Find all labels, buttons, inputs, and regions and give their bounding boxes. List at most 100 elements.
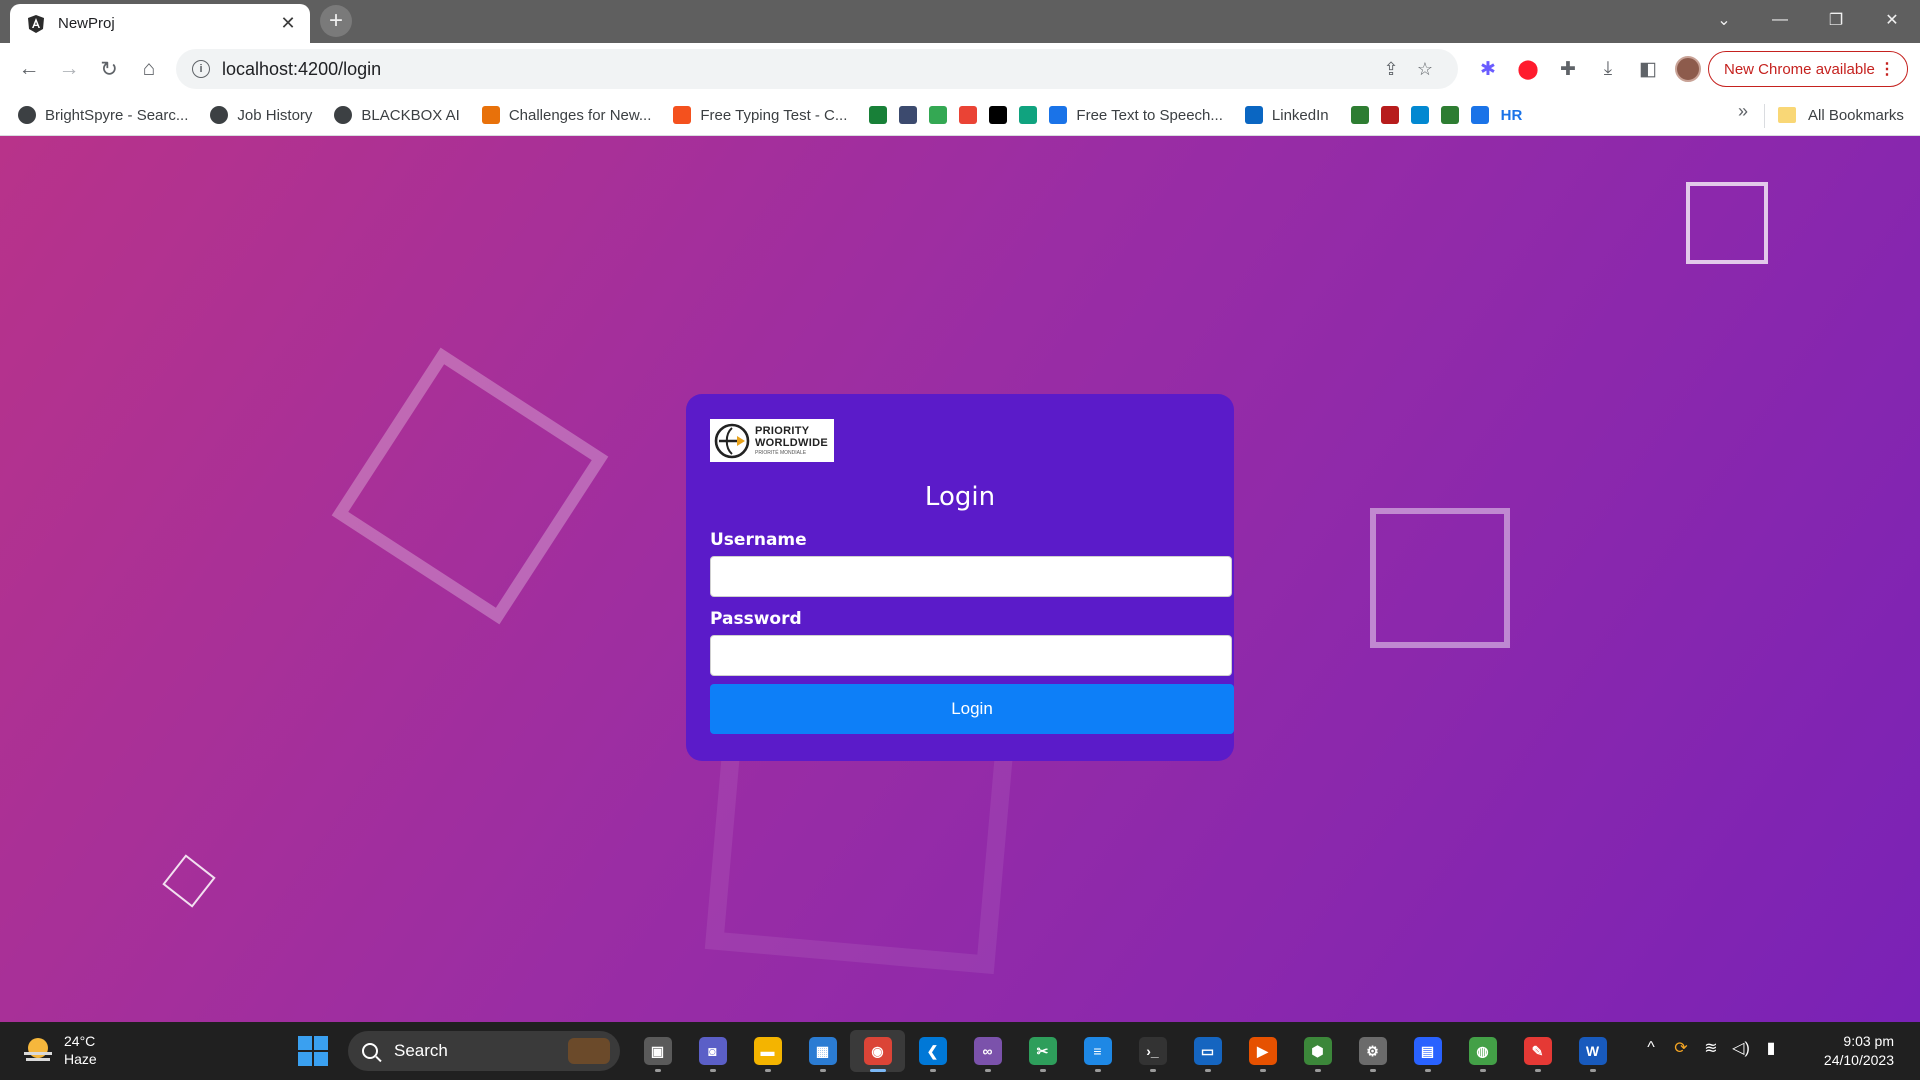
restore-button[interactable]: ❐	[1808, 0, 1864, 40]
password-input[interactable]	[710, 635, 1232, 676]
taskbar-app[interactable]: ≡	[1070, 1030, 1125, 1072]
taskbar-app[interactable]: ∞	[960, 1030, 1015, 1072]
downloads-icon[interactable]: ⤓	[1588, 51, 1628, 87]
back-icon[interactable]: ←	[10, 50, 48, 88]
site-info-icon[interactable]: i	[192, 60, 210, 78]
bookmark-icon-item[interactable]	[1345, 100, 1375, 130]
taskbar-app[interactable]: ▤	[1400, 1030, 1455, 1072]
bookmark-icon-item[interactable]	[1465, 100, 1495, 130]
bookmark-label: Challenges for New...	[508, 106, 652, 124]
taskbar-app[interactable]: ›_	[1125, 1030, 1180, 1072]
all-bookmarks-button[interactable]: All Bookmarks	[1778, 100, 1904, 130]
wifi-icon[interactable]: ≋	[1696, 1038, 1726, 1058]
drive-icon	[929, 106, 948, 124]
bookmark-label: LinkedIn	[1271, 106, 1329, 124]
username-input[interactable]	[710, 556, 1232, 597]
running-indicator	[1259, 1069, 1266, 1072]
bookmark-icon-item[interactable]	[1405, 100, 1435, 130]
bookmark-item[interactable]: Job History	[204, 100, 318, 130]
share-icon[interactable]: ⇪	[1374, 59, 1408, 80]
bookmark-item[interactable]: BrightSpyre - Searc...	[12, 100, 194, 130]
leaf-icon	[481, 106, 500, 124]
login-card: PRIORITY WORLDWIDE PRIORITÉ MONDIALE Log…	[686, 394, 1234, 761]
running-indicator	[1149, 1069, 1156, 1072]
weather-widget[interactable]: 24°C Haze	[22, 1032, 97, 1068]
taskbar-app[interactable]: ◍	[1455, 1030, 1510, 1072]
bookmark-icon-item[interactable]	[1013, 100, 1043, 130]
taskbar-app[interactable]: ▭	[1180, 1030, 1235, 1072]
minimize-button[interactable]: —	[1752, 0, 1808, 40]
bookmark-item[interactable]: Free Typing Test - C...	[667, 100, 853, 130]
volume-icon[interactable]: ◁)	[1726, 1038, 1756, 1058]
system-tray: ^ ⟳ ≋ ◁) ▮	[1636, 1038, 1786, 1058]
home-icon[interactable]: ⌂	[130, 50, 168, 88]
extension-opera-icon[interactable]: ⬤	[1508, 51, 1548, 87]
url-text[interactable]: localhost:4200/login	[222, 59, 1374, 80]
notepad-icon: ≡	[1083, 1037, 1112, 1065]
taskbar-app[interactable]: ◙	[685, 1030, 740, 1072]
bookmark-item[interactable]: BLACKBOX AI	[328, 100, 465, 130]
close-window-button[interactable]: ✕	[1864, 0, 1920, 40]
bookmark-icon-item[interactable]	[893, 100, 923, 130]
taskbar-app[interactable]: ⬢	[1290, 1030, 1345, 1072]
taskbar-app[interactable]: ❮	[905, 1030, 960, 1072]
microsoft-store-icon: ▦	[808, 1037, 837, 1065]
taskbar-app[interactable]: W	[1565, 1030, 1620, 1072]
taskbar-app[interactable]: ▶	[1235, 1030, 1290, 1072]
taskbar-search[interactable]: Search	[348, 1031, 620, 1071]
nodejs-icon: ⬢	[1303, 1037, 1332, 1065]
update-chrome-button[interactable]: New Chrome available ⋮	[1708, 51, 1908, 87]
taskbar-app[interactable]: ⚙	[1345, 1030, 1400, 1072]
running-indicator	[1534, 1069, 1541, 1072]
tray-overflow-icon[interactable]: ^	[1636, 1039, 1666, 1057]
globe-icon	[334, 106, 353, 124]
bookmark-icon-item[interactable]	[1435, 100, 1465, 130]
forward-icon[interactable]: →	[50, 50, 88, 88]
sync-icon[interactable]: ⟳	[1666, 1038, 1696, 1058]
angular-icon	[28, 14, 44, 33]
extensions-puzzle-icon[interactable]: ✚	[1548, 51, 1588, 87]
more-bookmarks-icon[interactable]: »	[1738, 101, 1748, 122]
media-player-icon: ▶	[1248, 1037, 1277, 1065]
taskbar-app[interactable]: ◉	[850, 1030, 905, 1072]
login-button[interactable]: Login	[710, 684, 1234, 734]
vscode-icon: ❮	[918, 1037, 947, 1065]
tab-strip: NewProj ✕ + ⌄ — ❐ ✕	[0, 0, 1920, 43]
bookmark-item[interactable]: Challenges for New...	[476, 100, 658, 130]
taskbar-app[interactable]: ▣	[630, 1030, 685, 1072]
bookmark-hr[interactable]: HR	[1495, 100, 1529, 130]
reload-icon[interactable]: ↻	[90, 50, 128, 88]
company-logo: PRIORITY WORLDWIDE PRIORITÉ MONDIALE	[710, 419, 834, 462]
running-indicator	[1424, 1069, 1431, 1072]
tab-close-icon[interactable]: ✕	[278, 13, 298, 34]
running-indicator	[819, 1069, 826, 1072]
taskbar-app[interactable]: ▦	[795, 1030, 850, 1072]
bookmark-item[interactable]: Free Text to Speech...	[1043, 100, 1228, 130]
weather-temperature: 24°C	[64, 1033, 96, 1049]
tab-search-icon[interactable]: ⌄	[1696, 0, 1752, 40]
extension-snowflake-icon[interactable]: ✱	[1468, 51, 1508, 87]
bookmark-icon-item[interactable]	[1375, 100, 1405, 130]
running-indicator	[654, 1069, 661, 1072]
bookmarks-bar: BrightSpyre - Searc... Job History BLACKBO…	[0, 95, 1920, 136]
bookmark-icon-item[interactable]	[863, 100, 893, 130]
new-tab-button[interactable]: +	[320, 5, 352, 37]
username-label: Username	[710, 530, 807, 550]
running-indicator	[984, 1069, 991, 1072]
taskbar-app[interactable]: ✂	[1015, 1030, 1070, 1072]
start-windows-icon[interactable]	[298, 1036, 328, 1066]
browser-tab[interactable]: NewProj ✕	[10, 4, 310, 43]
bookmark-icon-item[interactable]	[983, 100, 1013, 130]
profile-button[interactable]	[1668, 51, 1708, 87]
bookmark-label: Free Text to Speech...	[1076, 106, 1223, 124]
bookmark-item[interactable]: LinkedIn	[1239, 100, 1335, 130]
taskbar-app[interactable]: ▬	[740, 1030, 795, 1072]
taskbar-app[interactable]: ✎	[1510, 1030, 1565, 1072]
bookmark-icon-item[interactable]	[953, 100, 983, 130]
bookmark-icon-item[interactable]	[923, 100, 953, 130]
address-bar[interactable]: i localhost:4200/login ⇪ ☆	[176, 49, 1458, 89]
battery-icon[interactable]: ▮	[1756, 1038, 1786, 1058]
clock[interactable]: 9:03 pm 24/10/2023	[1824, 1032, 1894, 1070]
bookmark-star-icon[interactable]: ☆	[1408, 59, 1442, 80]
side-panel-icon[interactable]: ◧	[1628, 51, 1668, 87]
